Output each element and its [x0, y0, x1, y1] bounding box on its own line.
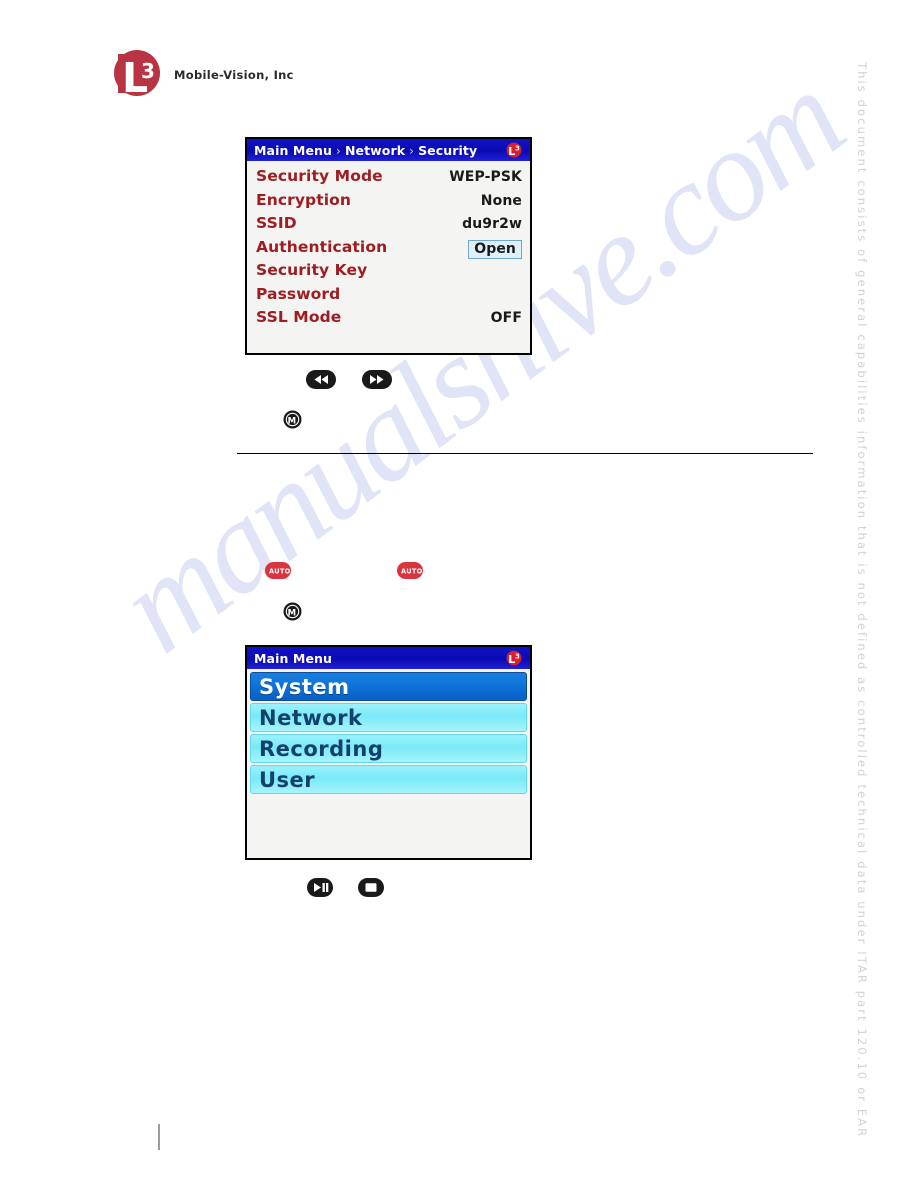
menu-m-button-icon[interactable]: M: [283, 602, 302, 621]
security-setting-row[interactable]: Encryption None: [256, 191, 522, 215]
security-setting-label: Password: [256, 284, 341, 303]
auto-button-icon[interactable]: AUTO: [397, 562, 423, 579]
page-margin-tick: [158, 1124, 160, 1150]
main-menu-screen: Main Menu L 3 System Network Recording User: [245, 645, 532, 860]
svg-text:3: 3: [515, 653, 520, 661]
security-setting-label: Security Key: [256, 261, 368, 279]
security-setting-value-selected[interactable]: Open: [468, 239, 522, 259]
svg-text:3: 3: [515, 145, 520, 153]
auto-button-group-1: AUTO: [265, 562, 291, 579]
l3-logo-icon: L 3: [108, 48, 161, 101]
svg-text:AUTO: AUTO: [269, 568, 291, 576]
security-setting-value[interactable]: du9r2w: [462, 216, 522, 232]
breadcrumb-separator-1: ›: [336, 143, 341, 158]
main-menu-titlebar: Main Menu L 3: [247, 647, 530, 669]
breadcrumb: Main Menu › Network › Security: [254, 143, 477, 158]
security-nav-button-group: [306, 370, 392, 389]
security-setting-value[interactable]: OFF: [491, 310, 522, 326]
main-menu-item-system[interactable]: System: [250, 672, 527, 701]
l3-badge-icon: L 3: [504, 142, 524, 158]
main-menu-title: Main Menu: [254, 650, 333, 666]
security-menu-screen: Main Menu › Network › Security L 3 Security …: [245, 137, 532, 355]
svg-text:3: 3: [141, 59, 155, 83]
security-setting-row[interactable]: SSL Mode OFF: [256, 308, 522, 332]
svg-text:M: M: [288, 416, 296, 426]
security-settings-list: Security Mode WEP-PSK Encryption None SSID du…: [247, 161, 530, 332]
stop-button-icon[interactable]: [358, 878, 384, 897]
rewind-button-icon[interactable]: [306, 370, 336, 389]
security-setting-label: SSID: [256, 214, 297, 232]
auto-button-group-2: AUTO: [397, 562, 423, 579]
breadcrumb-root[interactable]: Main Menu: [254, 143, 332, 158]
svg-text:AUTO: AUTO: [401, 568, 423, 576]
security-setting-label: Authentication: [256, 237, 388, 256]
mainmenu-menu-button-group: M: [283, 602, 302, 621]
security-setting-row[interactable]: Password: [256, 285, 522, 309]
breadcrumb-level3[interactable]: Security: [418, 143, 477, 158]
main-menu-item-recording[interactable]: Recording: [250, 734, 527, 763]
security-menu-button-group: M: [283, 410, 302, 429]
main-menu-item-label: System: [259, 674, 350, 699]
breadcrumb-level2[interactable]: Network: [345, 143, 405, 158]
security-setting-row[interactable]: Security Key: [256, 261, 522, 285]
breadcrumb-separator-2: ›: [409, 143, 415, 158]
svg-text:M: M: [288, 608, 296, 618]
main-menu-item-label: User: [259, 767, 316, 792]
play-pause-button-icon[interactable]: [307, 878, 333, 897]
security-setting-value[interactable]: WEP-PSK: [449, 169, 522, 185]
main-menu-item-network[interactable]: Network: [250, 703, 527, 732]
main-menu-item-user[interactable]: User: [250, 765, 527, 794]
security-setting-label: Encryption: [256, 190, 352, 209]
security-setting-row[interactable]: SSID du9r2w: [256, 214, 522, 238]
security-setting-label: Security Mode: [256, 167, 383, 185]
security-screen-titlebar: Main Menu › Network › Security L 3: [247, 139, 530, 161]
main-menu-control-group: [307, 878, 384, 897]
fast-forward-button-icon[interactable]: [362, 370, 392, 389]
main-menu-item-label: Network: [259, 705, 363, 730]
section-divider: [237, 453, 813, 454]
security-setting-label: SSL Mode: [256, 308, 342, 326]
main-menu-item-label: Recording: [259, 736, 384, 761]
main-menu-item-list: System Network Recording User: [247, 669, 530, 794]
brand-logo-block: L 3 Mobile-Vision, Inc: [108, 48, 294, 101]
security-setting-row[interactable]: Security Mode WEP-PSK: [256, 167, 522, 191]
auto-button-icon[interactable]: AUTO: [265, 562, 291, 579]
security-setting-row[interactable]: Authentication Open: [256, 238, 522, 262]
l3-badge-icon: L 3: [504, 650, 524, 666]
security-setting-value[interactable]: None: [481, 193, 522, 209]
menu-m-button-icon[interactable]: M: [283, 410, 302, 429]
company-name-label: Mobile-Vision, Inc: [174, 67, 294, 82]
itar-notice-text: This document consists of general capabi…: [855, 62, 869, 1139]
